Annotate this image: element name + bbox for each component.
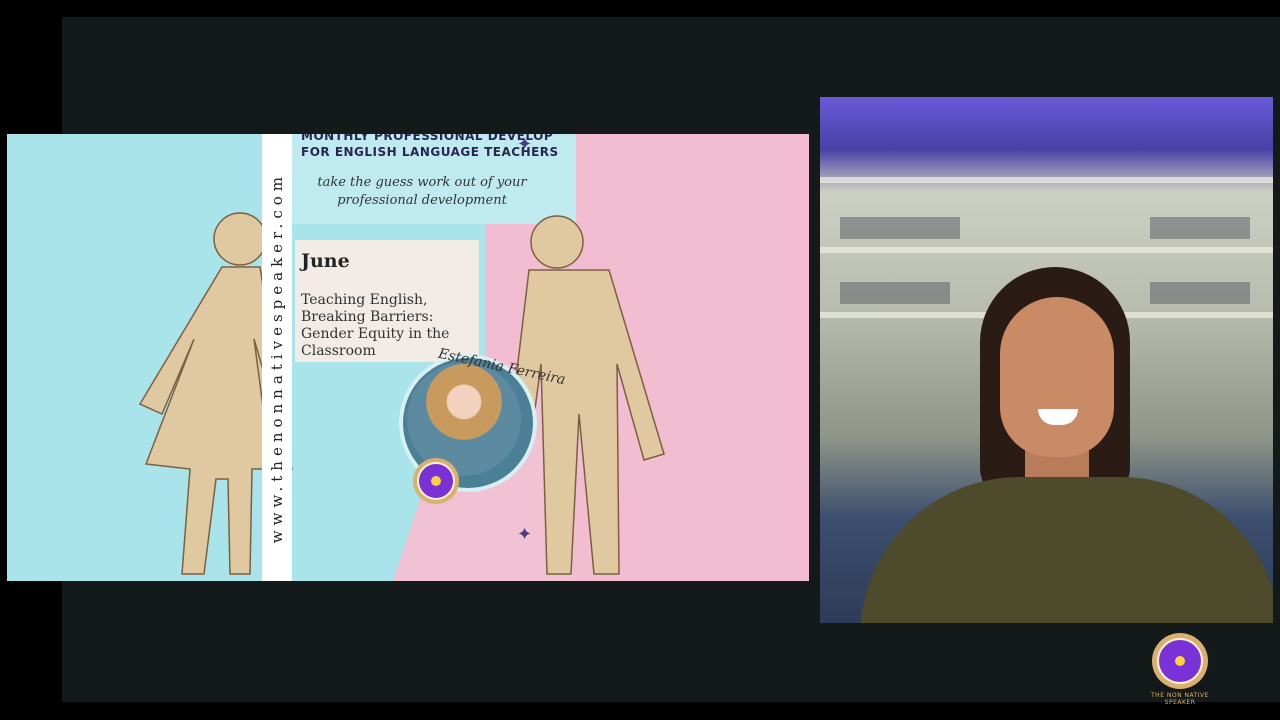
shared-slide: www.thenonnativespeaker.com Monthly Prof… — [7, 134, 809, 581]
channel-logo-badge — [1152, 633, 1208, 689]
presenter-photo — [407, 362, 521, 476]
slide-tagline: take the guess work out of your professi… — [317, 175, 527, 208]
speaker-face — [1000, 297, 1114, 457]
channel-logo-text: THE NON NATIVE SPEAKER — [1151, 692, 1209, 706]
talk-card: June Teaching English, Breaking Barriers… — [295, 240, 479, 362]
slide-logo-badge — [413, 458, 459, 504]
sparkle-icon: ✦ — [517, 134, 533, 155]
sparkle-icon: ✦ — [517, 524, 533, 545]
website-strip: www.thenonnativespeaker.com — [262, 134, 292, 581]
webcam-feed — [820, 97, 1273, 623]
speaker-body — [860, 477, 1273, 623]
website-url: www.thenonnativespeaker.com — [268, 171, 286, 544]
talk-month: June — [301, 250, 350, 272]
